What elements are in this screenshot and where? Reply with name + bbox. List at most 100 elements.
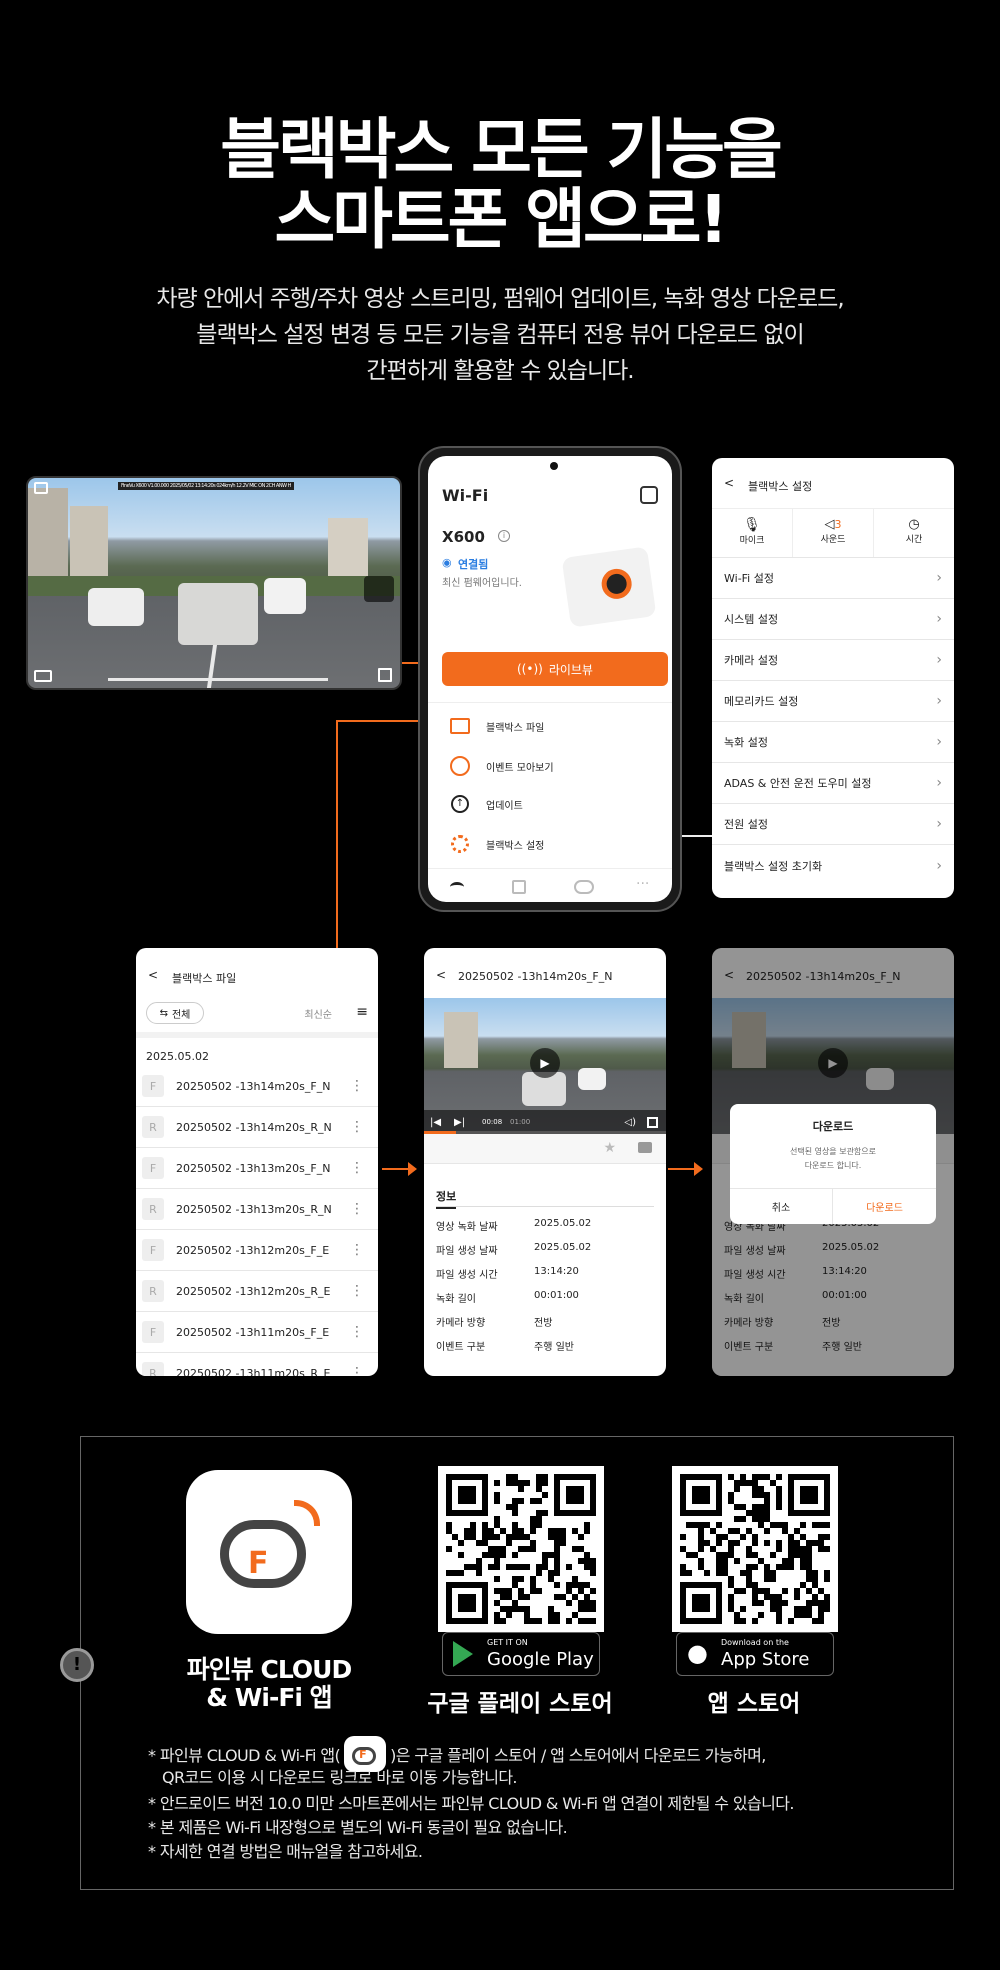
file-list-item[interactable]: F 20250502 -13h11m20s_F_E ⋮ <box>136 1312 378 1353</box>
file-list-item[interactable]: R 20250502 -13h12m20s_R_E ⋮ <box>136 1271 378 1312</box>
connector-line <box>336 720 428 722</box>
speaker-icon: ◁ <box>824 517 835 532</box>
file-type-badge: R <box>142 1280 164 1302</box>
f-logo-icon: F <box>248 1546 269 1581</box>
settings-item-label: 블랙박스 설정 초기화 <box>724 859 823 873</box>
record-settings-icon[interactable] <box>34 670 52 682</box>
tab-mic[interactable]: 🎙 마이크 <box>712 509 793 557</box>
settings-item-wifi[interactable]: Wi-Fi 설정 › <box>712 558 954 599</box>
fullscreen-icon[interactable] <box>647 1117 658 1128</box>
more-options-icon[interactable]: ⋮ <box>350 1242 364 1258</box>
chevron-right-icon: › <box>936 570 942 586</box>
info-value: 2025.05.02 <box>534 1242 592 1253</box>
info-key: 파일 생성 시간 <box>436 1270 498 1281</box>
wifi-tab-icon[interactable] <box>450 882 464 892</box>
back-icon[interactable]: < <box>436 968 446 982</box>
menu-item-blackbox-settings[interactable]: 블랙박스 설정 <box>442 832 668 856</box>
settings-item-recording[interactable]: 녹화 설정 › <box>712 722 954 763</box>
confirm-download-button[interactable]: 다운로드 <box>833 1188 936 1224</box>
next-icon[interactable]: ▶| <box>454 1117 465 1128</box>
menu-item-update[interactable]: ↑ 업데이트 <box>442 792 668 816</box>
info-value: 2025.05.02 <box>534 1218 592 1229</box>
settings-item-label: Wi-Fi 설정 <box>724 572 774 585</box>
google-play-icon <box>453 1641 473 1667</box>
settings-item-camera[interactable]: 카메라 설정 › <box>712 640 954 681</box>
menu-item-event-collection[interactable]: 이벤트 모아보기 <box>442 754 668 778</box>
info-row: 녹화 길이 00:01:00 <box>436 1290 579 1305</box>
more-options-icon[interactable]: ⋮ <box>350 1283 364 1299</box>
tab-sound[interactable]: ◁3 사운드 <box>793 509 874 557</box>
file-name: 20250502 -13h11m20s_R_E <box>176 1366 331 1377</box>
tab-label: 사운드 <box>820 535 846 545</box>
rear-camera-toggle-icon[interactable] <box>364 576 394 602</box>
settings-screen: < 블랙박스 설정 🎙 마이크 ◁3 사운드 ◷ 시간 Wi-Fi 설정 › 시스… <box>712 458 954 898</box>
app-store-badge[interactable]: ● Download on the App Store <box>676 1632 834 1676</box>
file-list-item[interactable]: F 20250502 -13h12m20s_F_E ⋮ <box>136 1230 378 1271</box>
film-icon <box>450 718 470 734</box>
file-list-item[interactable]: R 20250502 -13h11m20s_R_E ⋮ <box>136 1353 378 1376</box>
more-options-icon[interactable]: ⋮ <box>350 1201 364 1217</box>
info-key: 녹화 길이 <box>436 1294 476 1305</box>
google-play-badge[interactable]: GET IT ON Google Play <box>442 1632 600 1676</box>
menu-item-blackbox-files[interactable]: 블랙박스 파일 <box>442 714 668 738</box>
info-value: 주행 일반 <box>534 1342 574 1353</box>
settings-item-adas[interactable]: ADAS & 안전 운전 도우미 설정 › <box>712 763 954 804</box>
file-list-title: 블랙박스 파일 <box>172 972 237 985</box>
live-video-preview[interactable]: FineVu X600 V1.00.000 2025/05/02 13:14:2… <box>26 476 402 690</box>
file-list-item[interactable]: R 20250502 -13h14m20s_R_N ⋮ <box>136 1107 378 1148</box>
sort-icon[interactable]: ≡ <box>356 1004 368 1020</box>
more-options-icon[interactable]: ⋮ <box>350 1365 364 1376</box>
page-title-line2: 스마트폰 앱으로! <box>274 181 728 258</box>
star-icon[interactable]: ★ <box>603 1140 616 1156</box>
info-value: 전방 <box>534 1318 553 1329</box>
filter-button[interactable]: ⇆ 전체 <box>146 1002 204 1024</box>
sort-label[interactable]: 최신순 <box>304 1006 332 1021</box>
folder-icon[interactable] <box>638 1142 652 1153</box>
cloud-tab-icon[interactable] <box>574 880 594 894</box>
cancel-button[interactable]: 취소 <box>730 1188 833 1224</box>
download-tab-icon[interactable] <box>512 880 526 894</box>
app-store-qr-code[interactable] <box>672 1466 838 1632</box>
sound-badge: 3 <box>834 518 842 531</box>
more-options-icon[interactable]: ⋮ <box>350 1324 364 1340</box>
info-icon[interactable]: i <box>498 530 510 542</box>
back-icon[interactable]: < <box>148 968 158 982</box>
live-view-button[interactable]: ((•)) 라이브뷰 <box>442 652 668 686</box>
play-icon[interactable]: ▶ <box>530 1048 560 1078</box>
device-list-icon[interactable] <box>640 486 658 504</box>
settings-item-label: 시스템 설정 <box>724 613 779 626</box>
volume-icon[interactable]: ◁) <box>624 1117 636 1128</box>
filter-icon: ⇆ <box>159 1007 168 1019</box>
menu-item-label: 이벤트 모아보기 <box>486 762 554 774</box>
detail-video-player[interactable]: ▶ |◀ ▶| 00:08 01:00 ◁) <box>424 998 666 1134</box>
clock-icon: ◷ <box>908 517 920 532</box>
more-tab-icon[interactable]: ··· <box>636 876 649 892</box>
prev-icon[interactable]: |◀ <box>430 1117 441 1128</box>
menu-item-label: 블랙박스 파일 <box>486 722 545 734</box>
back-icon[interactable]: < <box>724 476 734 490</box>
settings-item-system[interactable]: 시스템 설정 › <box>712 599 954 640</box>
info-value: 13:14:20 <box>534 1266 579 1277</box>
note-line1-start: * 파인뷰 CLOUD & Wi-Fi 앱( <box>148 1746 341 1765</box>
file-name: 20250502 -13h14m20s_F_N <box>176 1079 331 1093</box>
settings-item-memory-card[interactable]: 메모리카드 설정 › <box>712 681 954 722</box>
settings-item-reset[interactable]: 블랙박스 설정 초기화 › <box>712 845 954 886</box>
settings-item-label: ADAS & 안전 운전 도우미 설정 <box>724 777 872 790</box>
file-list-item[interactable]: F 20250502 -13h13m20s_F_N ⋮ <box>136 1148 378 1189</box>
more-options-icon[interactable]: ⋮ <box>350 1119 364 1135</box>
file-detail-screen: < 20250502 -13h14m20s_F_N ▶ |◀ ▶| 00:08 … <box>424 948 666 1376</box>
apple-icon: ● <box>687 1639 708 1667</box>
description-line2: 블랙박스 설정 변경 등 모든 기능을 컴퓨터 전용 뷰어 다운로드 없이 <box>196 322 804 348</box>
badge-big-text: App Store <box>721 1649 810 1670</box>
settings-item-power[interactable]: 전원 설정 › <box>712 804 954 845</box>
camera-icon[interactable] <box>34 482 48 494</box>
more-options-icon[interactable]: ⋮ <box>350 1160 364 1176</box>
fullscreen-icon[interactable] <box>378 668 392 682</box>
file-list-item[interactable]: R 20250502 -13h13m20s_R_N ⋮ <box>136 1189 378 1230</box>
google-play-qr-code[interactable] <box>438 1466 604 1632</box>
file-list-item[interactable]: F 20250502 -13h14m20s_F_N ⋮ <box>136 1066 378 1107</box>
notice-icon: ! <box>60 1648 94 1682</box>
tab-time[interactable]: ◷ 시간 <box>874 509 954 557</box>
more-options-icon[interactable]: ⋮ <box>350 1078 364 1094</box>
finevu-app-icon[interactable]: F <box>186 1470 352 1634</box>
